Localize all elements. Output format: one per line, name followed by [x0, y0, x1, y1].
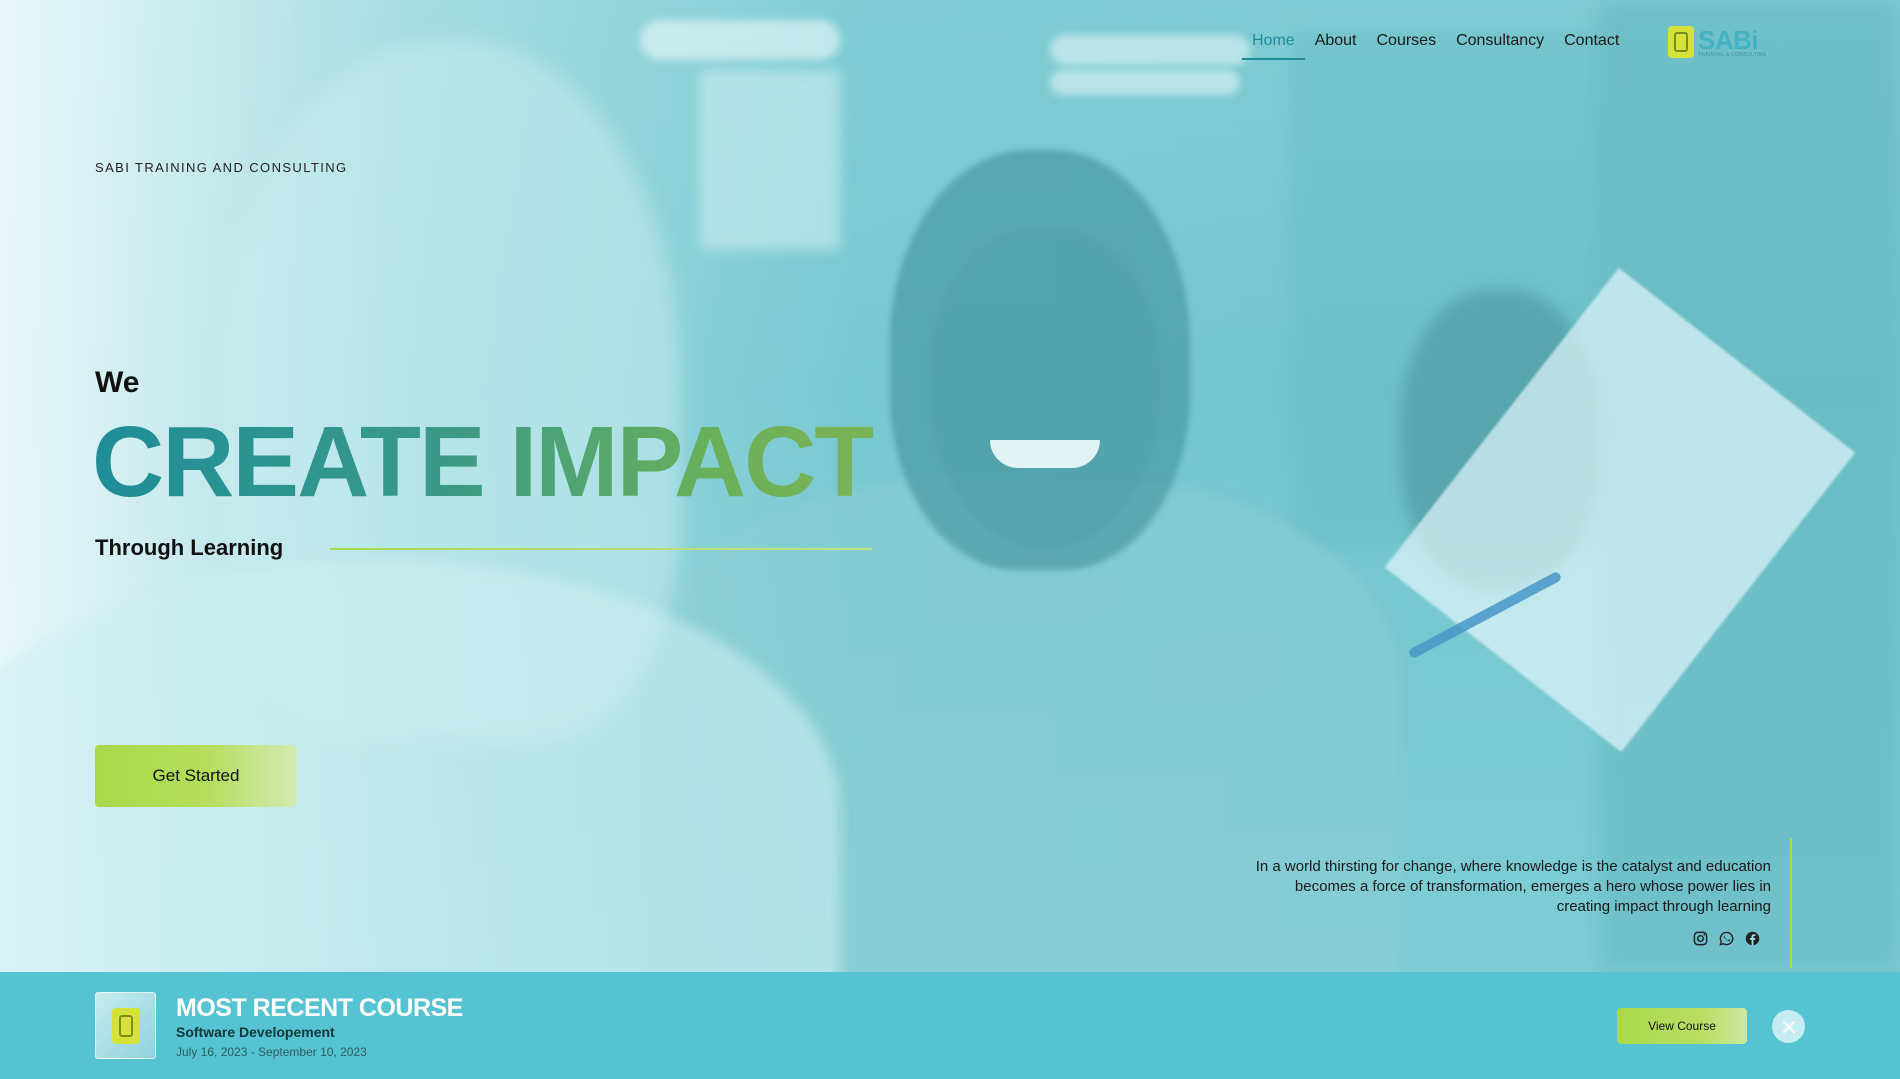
hero-lead: We	[95, 366, 140, 399]
nav-links: Home About Courses Consultancy Contact	[1242, 30, 1629, 60]
nav-item-about[interactable]: About	[1305, 30, 1367, 60]
social-links	[1692, 930, 1760, 946]
close-button[interactable]	[1772, 1010, 1805, 1043]
background-light	[1050, 70, 1240, 95]
close-icon	[1782, 1020, 1795, 1033]
course-thumbnail	[95, 992, 156, 1059]
course-dates: July 16, 2023 - September 10, 2023	[176, 1045, 367, 1059]
course-name: Software Developement	[176, 1024, 335, 1040]
logo-text: SABi	[1698, 24, 1759, 55]
hero-tagline: In a world thirsting for change, where k…	[1255, 858, 1771, 915]
hero-subheading: Through Learning	[95, 535, 284, 560]
logo-mark-icon	[1668, 26, 1694, 58]
nav-item-consultancy[interactable]: Consultancy	[1446, 30, 1554, 60]
facebook-icon[interactable]	[1744, 930, 1760, 946]
view-course-button[interactable]: View Course	[1617, 1008, 1747, 1044]
top-nav: Home About Courses Consultancy Contact S…	[0, 26, 1900, 66]
site-logo[interactable]: SABi TRAINING & CONSULTING	[1668, 26, 1767, 58]
hero-eyebrow: SABI TRAINING AND CONSULTING	[95, 160, 348, 175]
recent-course-bar: MOST RECENT COURSE Software Developement…	[0, 972, 1900, 1079]
recent-course-heading: MOST RECENT COURSE	[176, 994, 463, 1022]
whatsapp-icon[interactable]	[1718, 930, 1734, 946]
hero-headline: CREATE IMPACT	[92, 406, 875, 518]
logo-subtext: TRAINING & CONSULTING	[1698, 51, 1767, 58]
course-logo-icon	[111, 1007, 140, 1044]
hero-divider	[330, 548, 872, 550]
tagline-accent-bar	[1790, 838, 1792, 968]
nav-item-contact[interactable]: Contact	[1554, 30, 1629, 60]
nav-item-courses[interactable]: Courses	[1367, 30, 1447, 60]
student-face	[930, 230, 1160, 550]
get-started-button[interactable]: Get Started	[95, 745, 297, 807]
student-smile	[990, 440, 1100, 468]
nav-item-home[interactable]: Home	[1242, 30, 1305, 60]
background-panel	[700, 70, 840, 250]
instagram-icon[interactable]	[1692, 930, 1708, 946]
